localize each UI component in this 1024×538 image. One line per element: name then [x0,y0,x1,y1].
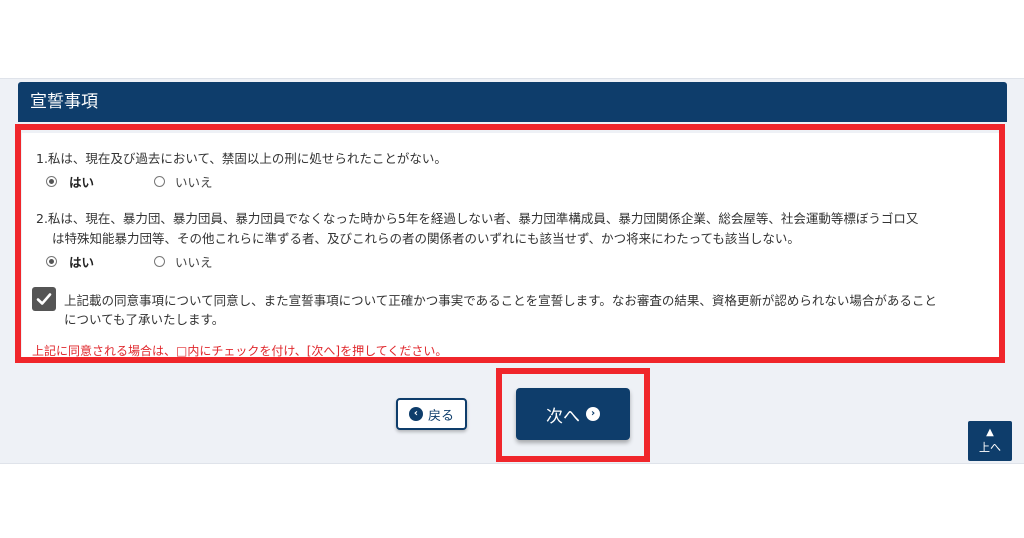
section-title: 宣誓事項 [30,92,98,112]
question-1-no-radio[interactable] [154,176,166,187]
question-2-text-line-2: は特殊知能暴力団等、その他これらに準ずる者、及びこれらの者の関係者のいずれにも該… [52,231,800,246]
scroll-to-top-label: 上へ [979,441,1001,454]
question-1-no-option[interactable]: いいえ [94,172,213,191]
instruction-note: 上記に同意される場合は、□内にチェックを付け、[次へ]を押してください。 [32,344,448,358]
question-1-options: はい いいえ [46,172,213,191]
question-2-no-label: いいえ [175,255,213,270]
scroll-to-top-button[interactable]: ▲ 上へ [968,421,1012,461]
question-2-yes-radio[interactable] [46,256,57,267]
section-header: 宣誓事項 [18,82,1007,122]
checkmark-icon [36,293,52,305]
chevron-left-icon: ‹ [408,407,423,421]
question-2-yes-label: はい [69,255,95,270]
question-2-text-line-1: 2.私は、現在、暴力団、暴力団員、暴力団員でなくなった時から5年を経過しない者、… [36,211,919,226]
question-1-no-label: いいえ [175,175,213,190]
agreement-text-line-2: についても了承いたします。 [64,312,225,327]
next-button[interactable]: 次へ › [516,388,630,440]
question-1-yes-radio[interactable] [46,176,57,187]
question-2-no-radio[interactable] [154,256,166,267]
question-1-text: 1.私は、現在及び過去において、禁固以上の刑に処せられたことがない。 [36,151,447,166]
next-button-label: 次へ [546,406,580,427]
question-2-yes-option[interactable]: はい [46,252,94,271]
agreement-checkbox[interactable] [32,287,56,311]
question-2-no-option[interactable]: いいえ [94,252,213,271]
back-button-label: 戻る [427,408,454,424]
chevron-right-icon: › [586,407,600,421]
question-1-yes-option[interactable]: はい [46,172,94,191]
arrow-up-icon: ▲ [986,427,994,438]
question-2-options: はい いいえ [46,252,213,271]
agreement-text-line-1: 上記載の同意事項について同意し、また宣誓事項について正確かつ事実であることを宣誓… [64,293,937,308]
back-button[interactable]: ‹ 戻る [396,398,467,430]
question-1-yes-label: はい [69,175,95,190]
